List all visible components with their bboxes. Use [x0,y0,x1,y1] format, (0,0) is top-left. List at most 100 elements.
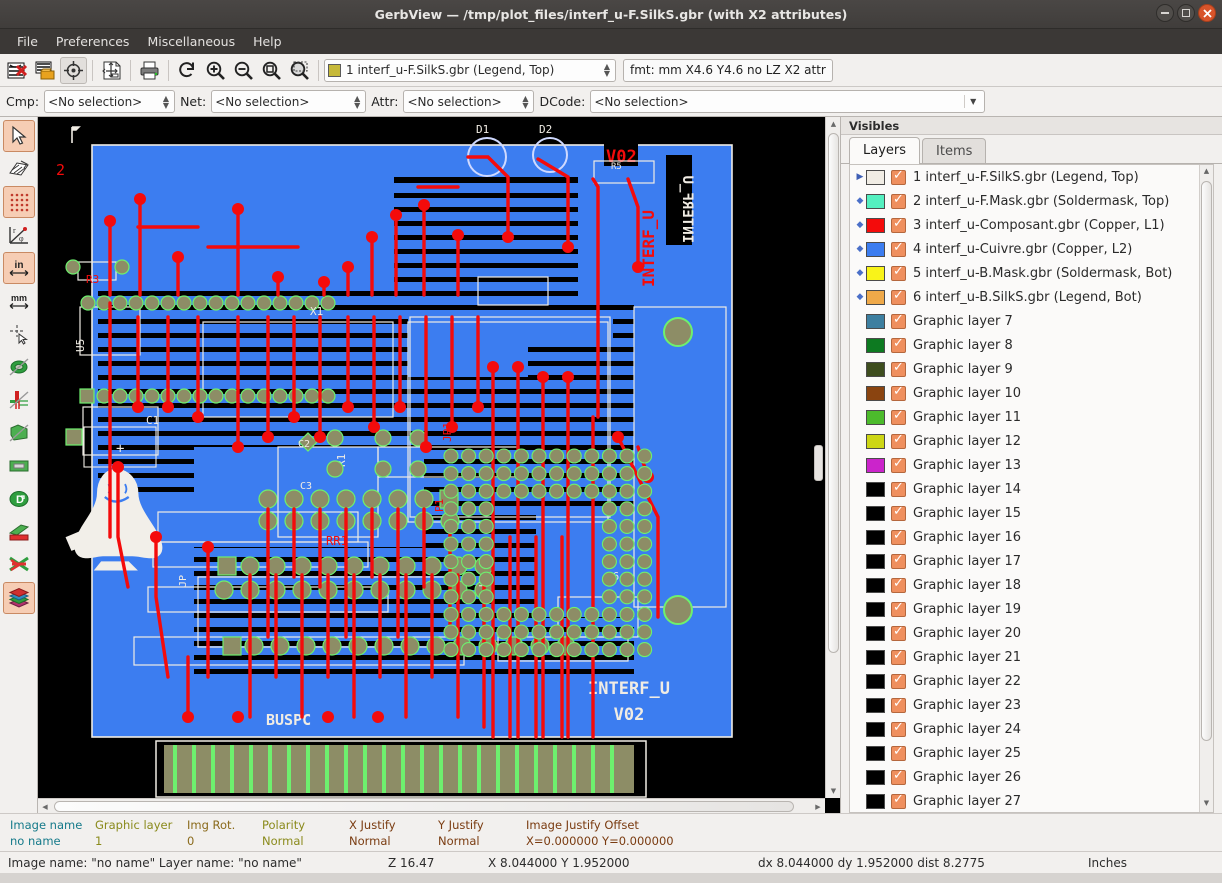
layer-list[interactable]: ▶1 interf_u-F.SilkS.gbr (Legend, Top)◆2 … [849,164,1214,813]
highlight-tool-icon[interactable] [3,153,35,185]
layer-row[interactable]: Graphic layer 20 [850,621,1213,645]
scroll-right-icon[interactable]: ▶ [811,799,825,813]
net-select[interactable]: <No selection> ▲▼ [211,90,366,113]
layer-visibility-checkbox[interactable] [891,434,906,449]
layer-color-swatch[interactable] [866,482,885,497]
layers-manager-icon[interactable] [3,582,35,614]
zoom-fit-icon[interactable] [258,57,285,84]
layer-select-combo[interactable]: 1 interf_u-F.SilkS.gbr (Legend, Top) ▲▼ [324,59,616,82]
layer-row[interactable]: Graphic layer 8 [850,333,1213,357]
layer-color-swatch[interactable] [866,386,885,401]
scroll-up-icon[interactable]: ▲ [826,117,840,131]
spin-arrows-icon[interactable]: ▲▼ [354,95,362,109]
cmp-select[interactable]: <No selection> ▲▼ [44,90,175,113]
layer-color-swatch[interactable] [866,746,885,761]
layer-visibility-checkbox[interactable] [891,794,906,809]
scroll-up-icon[interactable]: ▲ [1201,167,1212,178]
layer-color-swatch[interactable] [866,194,885,209]
layer-color-swatch[interactable] [866,290,885,305]
tab-layers[interactable]: Layers [849,137,920,164]
refresh-icon[interactable] [174,57,201,84]
layer-visibility-checkbox[interactable] [891,554,906,569]
layer-color-swatch[interactable] [866,434,885,449]
layer-color-swatch[interactable] [866,338,885,353]
layer-color-swatch[interactable] [866,770,885,785]
layer-row[interactable]: ◆2 interf_u-F.Mask.gbr (Soldermask, Top) [850,189,1213,213]
layer-visibility-checkbox[interactable] [891,698,906,713]
xor-mode-icon[interactable] [3,549,35,581]
layerlist-scroll-thumb[interactable] [1201,181,1212,741]
zoom-out-icon[interactable] [230,57,257,84]
layer-row[interactable]: Graphic layer 12 [850,429,1213,453]
layer-color-swatch[interactable] [866,242,885,257]
layer-color-swatch[interactable] [866,626,885,641]
polar-coords-icon[interactable]: r φ [3,219,35,251]
layer-color-swatch[interactable] [866,722,885,737]
page-settings-icon[interactable] [98,57,125,84]
layer-color-swatch[interactable] [866,650,885,665]
clear-layers-icon[interactable] [4,57,31,84]
layer-row[interactable]: Graphic layer 19 [850,597,1213,621]
layer-color-swatch[interactable] [866,530,885,545]
scroll-down-icon[interactable]: ▼ [1201,799,1212,810]
layer-color-swatch[interactable] [866,674,885,689]
attr-select[interactable]: <No selection> ▲▼ [403,90,534,113]
layer-row[interactable]: Graphic layer 21 [850,645,1213,669]
scroll-left-icon[interactable]: ◀ [38,799,52,813]
layer-row[interactable]: ◆6 interf_u-B.SilkS.gbr (Legend, Bot) [850,285,1213,309]
layer-visibility-checkbox[interactable] [891,626,906,641]
layer-visibility-checkbox[interactable] [891,386,906,401]
layer-row[interactable]: Graphic layer 23 [850,693,1213,717]
layer-visibility-checkbox[interactable] [891,506,906,521]
layer-row[interactable]: Graphic layer 14 [850,477,1213,501]
spin-arrows-icon[interactable]: ▲▼ [522,95,530,109]
chevron-down-icon[interactable]: ▼ [964,95,981,108]
minimize-button[interactable] [1156,4,1174,22]
layer-visibility-checkbox[interactable] [891,674,906,689]
grid-toggle-icon[interactable] [3,186,35,218]
canvas-vscrollbar[interactable]: ▲ ▼ [825,117,840,798]
gerber-canvas[interactable]: 2 [38,117,840,813]
layer-visibility-checkbox[interactable] [891,194,906,209]
layer-visibility-checkbox[interactable] [891,170,906,185]
layer-row[interactable]: Graphic layer 7 [850,309,1213,333]
layer-visibility-checkbox[interactable] [891,602,906,617]
menu-preferences[interactable]: Preferences [47,31,139,52]
canvas-hscrollbar[interactable]: ◀ ▶ [38,798,825,813]
tab-items[interactable]: Items [922,138,986,163]
layer-color-swatch[interactable] [866,410,885,425]
layer-row[interactable]: ◆3 interf_u-Composant.gbr (Copper, L1) [850,213,1213,237]
print-icon[interactable] [136,57,163,84]
layer-row[interactable]: ◆5 interf_u-B.Mask.gbr (Soldermask, Bot) [850,261,1213,285]
menu-file[interactable]: File [8,31,47,52]
show-lines-sketch-icon[interactable] [3,384,35,416]
layer-visibility-checkbox[interactable] [891,266,906,281]
layer-visibility-checkbox[interactable] [891,410,906,425]
layer-visibility-checkbox[interactable] [891,458,906,473]
layer-color-swatch[interactable] [866,266,885,281]
layer-visibility-checkbox[interactable] [891,770,906,785]
layer-visibility-checkbox[interactable] [891,722,906,737]
layer-row[interactable]: Graphic layer 22 [850,669,1213,693]
layer-row[interactable]: Graphic layer 24 [850,717,1213,741]
panel-splitter[interactable] [814,445,823,481]
show-pads-sketch-icon[interactable] [3,351,35,383]
layerlist-scrollbar[interactable]: ▲ ▼ [1199,165,1213,812]
layer-visibility-checkbox[interactable] [891,242,906,257]
layer-row[interactable]: Graphic layer 11 [850,405,1213,429]
menu-help[interactable]: Help [244,31,291,52]
vscroll-thumb[interactable] [828,133,839,653]
layer-row[interactable]: ▶1 interf_u-F.SilkS.gbr (Legend, Top) [850,165,1213,189]
units-inches-icon[interactable]: in [3,252,35,284]
cursor-tool-icon[interactable] [3,120,35,152]
layer-color-swatch[interactable] [866,698,885,713]
layer-visibility-checkbox[interactable] [891,746,906,761]
layer-visibility-checkbox[interactable] [891,530,906,545]
zoom-in-icon[interactable] [202,57,229,84]
layer-color-swatch[interactable] [866,602,885,617]
spin-arrows-icon[interactable]: ▲▼ [604,63,612,77]
layer-color-swatch[interactable] [866,578,885,593]
open-gerber-icon[interactable] [32,57,59,84]
layer-row[interactable]: Graphic layer 25 [850,741,1213,765]
scroll-down-icon[interactable]: ▼ [826,784,840,798]
